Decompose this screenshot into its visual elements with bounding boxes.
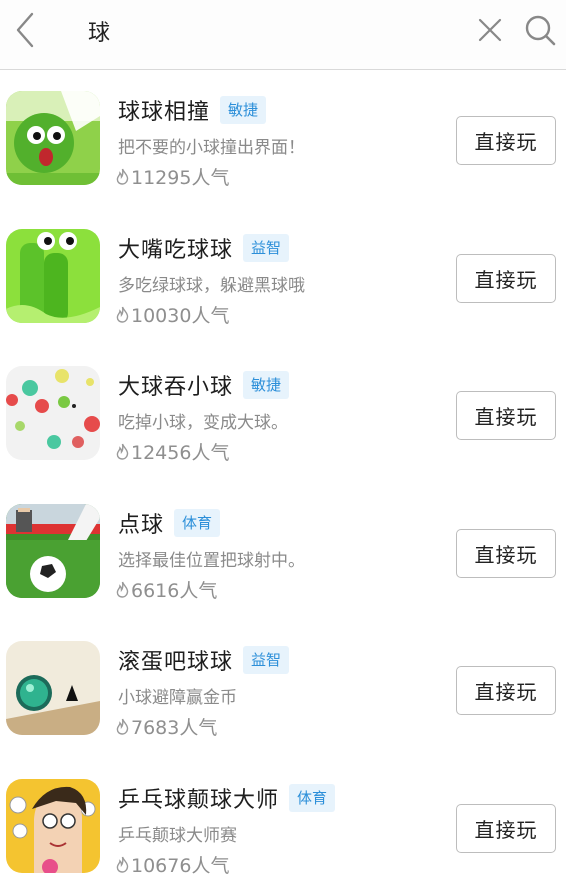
popularity-count: 10676人气	[131, 851, 229, 878]
game-description: 小球避障赢金币	[118, 683, 237, 708]
category-badge: 益智	[243, 234, 289, 262]
title-line: 点球 体育	[118, 506, 220, 540]
title-line: 乒乓球颠球大师 体育	[118, 781, 335, 815]
flame-icon	[116, 718, 129, 735]
game-description: 把不要的小球撞出界面！	[118, 133, 305, 158]
popularity: 6616人气	[116, 576, 217, 603]
popularity: 12456人气	[116, 438, 229, 465]
game-title: 大嘴吃球球	[118, 232, 233, 264]
play-button[interactable]: 直接玩	[456, 804, 556, 853]
search-bar	[0, 0, 566, 70]
title-line: 大球吞小球 敏捷	[118, 368, 289, 402]
game-thumbnail[interactable]	[6, 366, 100, 460]
game-description: 吃掉小球，变成大球。	[118, 408, 288, 433]
list-item[interactable]: 乒乓球颠球大师 体育 乒乓颠球大师赛 10676人气 直接玩	[0, 759, 566, 896]
game-list: 球球相撞 敏捷 把不要的小球撞出界面！ 11295人气 直接玩 大嘴吃球球	[0, 71, 566, 896]
game-title: 大球吞小球	[118, 369, 233, 401]
title-line: 大嘴吃球球 益智	[118, 231, 289, 265]
list-item[interactable]: 大球吞小球 敏捷 吃掉小球，变成大球。 12456人气 直接玩	[0, 346, 566, 484]
popularity-count: 7683人气	[131, 713, 217, 740]
category-badge: 敏捷	[243, 371, 289, 399]
game-description: 多吃绿球球，躲避黑球哦	[118, 271, 305, 296]
game-thumbnail[interactable]	[6, 779, 100, 873]
popularity: 11295人气	[116, 163, 229, 190]
game-title: 球球相撞	[118, 94, 210, 126]
popularity: 7683人气	[116, 713, 217, 740]
close-icon	[474, 14, 506, 46]
title-line: 滚蛋吧球球 益智	[118, 643, 289, 677]
list-item[interactable]: 球球相撞 敏捷 把不要的小球撞出界面！ 11295人气 直接玩	[0, 71, 566, 209]
game-description: 乒乓颠球大师赛	[118, 821, 237, 846]
game-thumbnail[interactable]	[6, 641, 100, 735]
game-title: 点球	[118, 507, 164, 539]
game-description: 选择最佳位置把球射中。	[118, 546, 305, 571]
list-item[interactable]: 滚蛋吧球球 益智 小球避障赢金币 7683人气 直接玩	[0, 621, 566, 759]
play-button[interactable]: 直接玩	[456, 254, 556, 303]
popularity: 10676人气	[116, 851, 229, 878]
title-line: 球球相撞 敏捷	[118, 93, 266, 127]
category-badge: 益智	[243, 646, 289, 674]
clear-button[interactable]	[474, 14, 506, 46]
flame-icon	[116, 168, 129, 185]
play-button[interactable]: 直接玩	[456, 391, 556, 440]
chevron-left-icon	[10, 10, 44, 50]
list-item[interactable]: 点球 体育 选择最佳位置把球射中。 6616人气 直接玩	[0, 484, 566, 622]
play-button[interactable]: 直接玩	[456, 529, 556, 578]
back-button[interactable]	[10, 10, 44, 50]
flame-icon	[116, 581, 129, 598]
category-badge: 体育	[289, 784, 335, 812]
game-thumbnail[interactable]	[6, 504, 100, 598]
flame-icon	[116, 856, 129, 873]
search-button[interactable]	[522, 12, 558, 48]
game-thumbnail[interactable]	[6, 91, 100, 185]
list-item[interactable]: 大嘴吃球球 益智 多吃绿球球，躲避黑球哦 10030人气 直接玩	[0, 209, 566, 347]
game-thumbnail[interactable]	[6, 229, 100, 323]
popularity-count: 10030人气	[131, 301, 229, 328]
game-title: 乒乓球颠球大师	[118, 782, 279, 814]
popularity: 10030人气	[116, 301, 229, 328]
search-icon	[522, 12, 558, 48]
category-badge: 敏捷	[220, 96, 266, 124]
game-title: 滚蛋吧球球	[118, 644, 233, 676]
play-button[interactable]: 直接玩	[456, 116, 556, 165]
category-badge: 体育	[174, 509, 220, 537]
search-input[interactable]	[78, 12, 458, 50]
play-button[interactable]: 直接玩	[456, 666, 556, 715]
popularity-count: 6616人气	[131, 576, 217, 603]
popularity-count: 11295人气	[131, 163, 229, 190]
flame-icon	[116, 443, 129, 460]
popularity-count: 12456人气	[131, 438, 229, 465]
flame-icon	[116, 306, 129, 323]
